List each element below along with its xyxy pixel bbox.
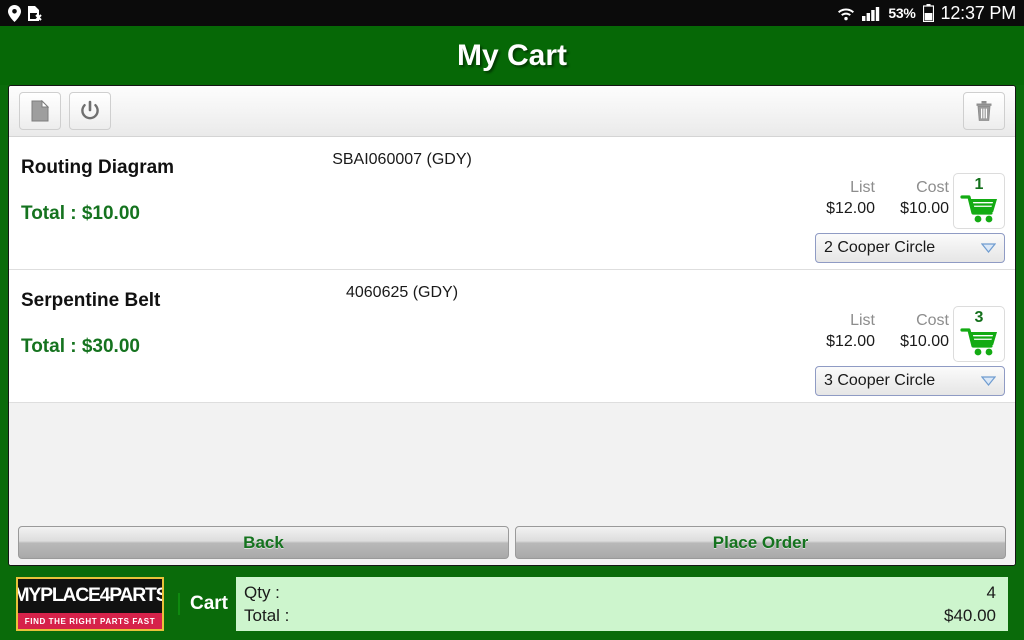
logo-main-text: MYPLACE4PARTS (16, 585, 164, 606)
sim-card-off-icon (28, 5, 42, 21)
page-title: My Cart (456, 38, 568, 72)
delete-cart-button[interactable] (963, 92, 1005, 130)
card-toolbar (9, 86, 1015, 137)
cart-item-row[interactable]: Serpentine Belt Total : $30.00 4060625 (… (9, 270, 1015, 403)
chevron-down-icon (981, 376, 996, 386)
shopping-cart-icon (960, 328, 998, 356)
price-headers: List Cost (801, 310, 949, 331)
shopping-cart-icon (960, 195, 998, 223)
item-price-block: List Cost $12.00 $10.00 (801, 177, 949, 219)
cart-total-label: Total : (244, 606, 290, 625)
item-part-number: 4060625 (GDY) (345, 284, 459, 301)
myplace4parts-logo: MYPLACE4PARTS FIND THE RIGHT PARTS FAST (16, 577, 164, 631)
battery-icon (922, 4, 934, 22)
wifi-icon (838, 8, 855, 20)
list-price: $12.00 (826, 200, 875, 218)
logo-tagline-text: FIND THE RIGHT PARTS FAST (24, 616, 156, 626)
list-label: List (850, 312, 875, 329)
item-quantity: 3 (974, 309, 984, 326)
document-icon (31, 100, 49, 122)
cart-total-value: $40.00 (944, 606, 996, 625)
cart-item-row[interactable]: Routing Diagram Total : $10.00 SBAI06000… (9, 137, 1015, 270)
status-bar: 53% 12:37 PM (0, 0, 1024, 26)
app-root: 53% 12:37 PM My Cart Routing Diagram Tot… (0, 0, 1024, 640)
cart-qty-label: Qty : (244, 583, 280, 602)
price-values: $12.00 $10.00 (801, 331, 949, 352)
back-button[interactable]: Back (18, 526, 509, 559)
logo-tagline-band: FIND THE RIGHT PARTS FAST (18, 613, 162, 629)
price-headers: List Cost (801, 177, 949, 198)
bottom-bar: MYPLACE4PARTS FIND THE RIGHT PARTS FAST … (0, 568, 1024, 640)
cost-price: $10.00 (900, 333, 949, 351)
chevron-down-icon (981, 243, 996, 253)
cost-price: $10.00 (900, 200, 949, 218)
cart-summary-panel: Qty : 4 Total : $40.00 (236, 577, 1008, 631)
list-label: List (850, 179, 875, 196)
item-total: Total : $10.00 (21, 203, 140, 224)
cost-label: Cost (916, 179, 949, 196)
clock-label: 12:37 PM (940, 2, 1017, 23)
cart-summary-label: Cart (178, 593, 228, 615)
item-location-dropdown[interactable]: 2 Cooper Circle (815, 233, 1005, 263)
item-part-number: SBAI060007 (GDY) (332, 151, 472, 168)
price-values: $12.00 $10.00 (801, 198, 949, 219)
item-price-block: List Cost $12.00 $10.00 (801, 310, 949, 352)
trash-icon (976, 101, 992, 121)
logo-wordmark: MYPLACE4PARTS (18, 579, 162, 613)
status-bar-left-icons (0, 4, 42, 22)
empty-list-area (9, 403, 1015, 526)
list-price: $12.00 (826, 333, 875, 351)
title-bar: My Cart (0, 26, 1024, 85)
item-total: Total : $30.00 (21, 336, 140, 357)
power-button[interactable] (69, 92, 111, 130)
item-quantity: 1 (974, 176, 984, 193)
battery-percent-label: 53% (888, 5, 916, 21)
document-button[interactable] (19, 92, 61, 130)
cart-card: Routing Diagram Total : $10.00 SBAI06000… (8, 85, 1016, 566)
item-cart-button[interactable]: 3 (953, 306, 1005, 362)
cart-total-row: Total : $40.00 (244, 604, 996, 627)
status-bar-right-icons: 53% 12:37 PM (837, 3, 1024, 24)
cellular-signal-icon (862, 6, 880, 21)
item-location-label: 3 Cooper Circle (824, 372, 936, 389)
cost-label: Cost (916, 312, 949, 329)
item-location-label: 2 Cooper Circle (824, 239, 936, 256)
cart-qty-value: 4 (986, 583, 996, 602)
item-cart-button[interactable]: 1 (953, 173, 1005, 229)
item-location-dropdown[interactable]: 3 Cooper Circle (815, 366, 1005, 396)
place-order-button[interactable]: Place Order (515, 526, 1006, 559)
card-action-bar: Back Place Order (9, 521, 1015, 565)
location-pin-icon (8, 4, 21, 22)
cart-qty-row: Qty : 4 (244, 581, 996, 604)
power-icon (81, 100, 99, 120)
